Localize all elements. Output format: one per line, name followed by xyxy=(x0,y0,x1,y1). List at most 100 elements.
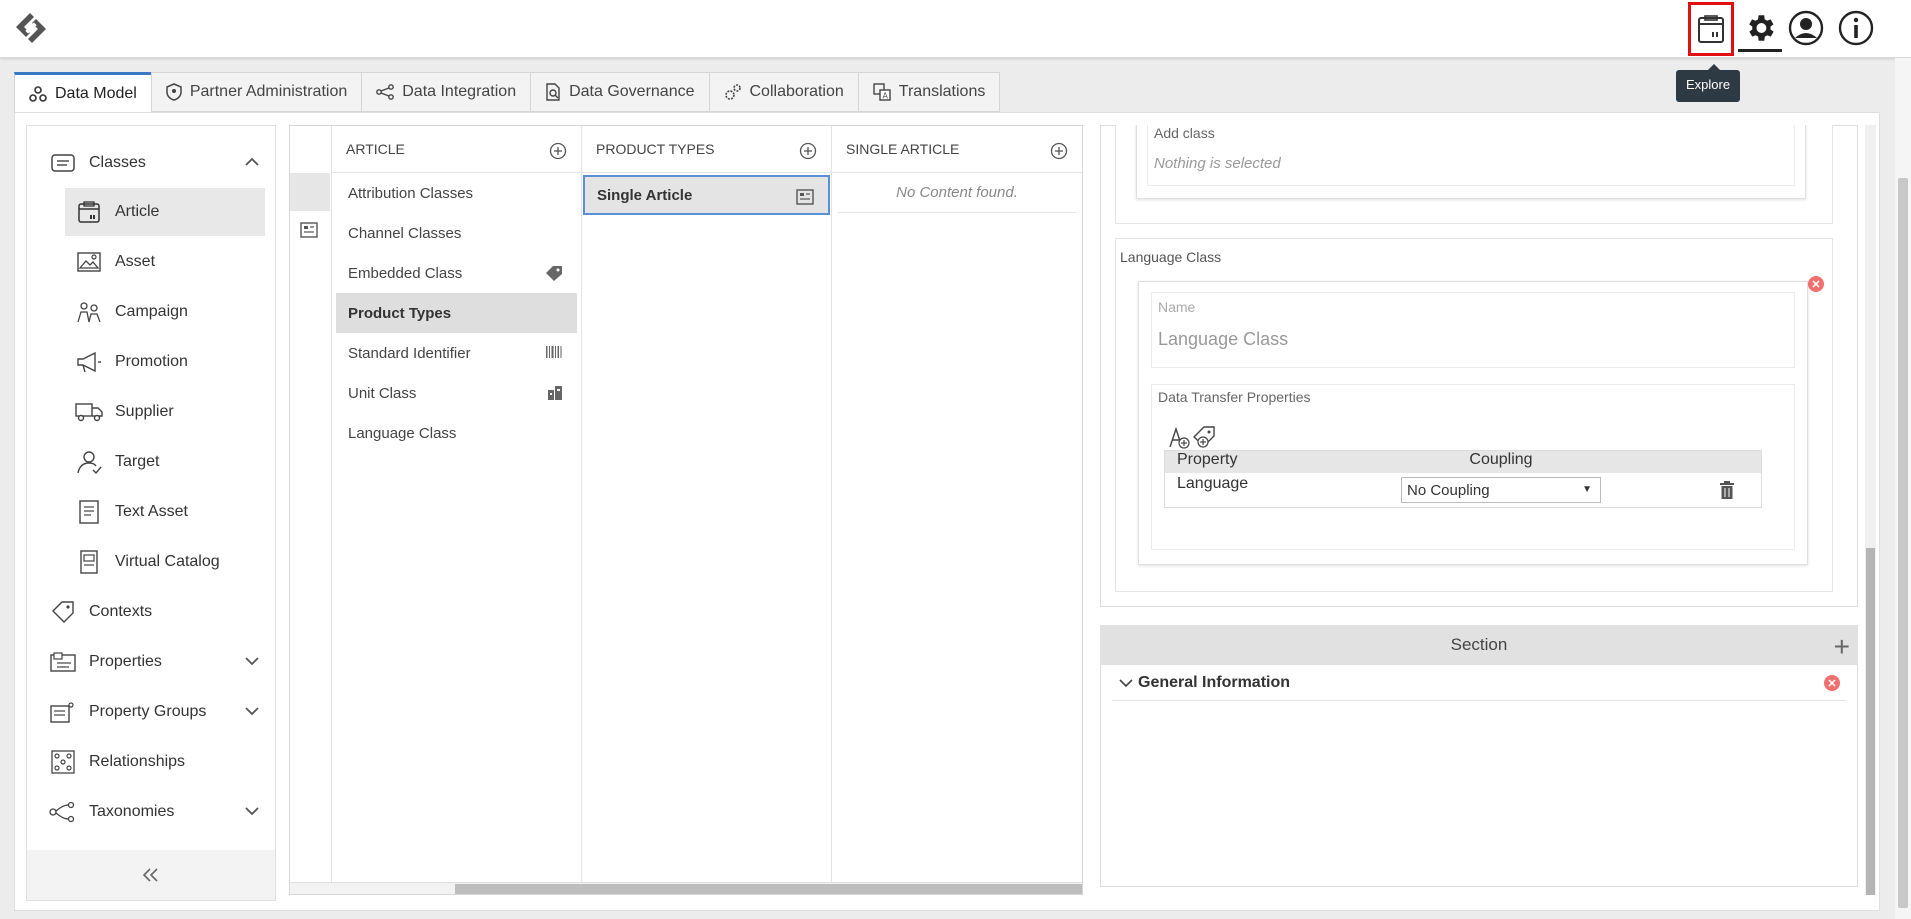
target-user-icon xyxy=(75,449,103,475)
section-title: Section xyxy=(1450,635,1508,654)
form-icon[interactable] xyxy=(300,222,318,238)
sidebar-item-classes[interactable]: Classes xyxy=(27,139,275,187)
shield-icon xyxy=(166,83,182,101)
list-item-label: Unit Class xyxy=(348,384,417,402)
list-item[interactable]: Attribution Classes xyxy=(336,173,577,213)
chevron-up-icon[interactable] xyxy=(243,153,261,171)
horizontal-scrollbar[interactable] xyxy=(290,882,1082,894)
tab-label: Data Governance xyxy=(569,83,695,100)
sidebar-item-contexts[interactable]: Contexts xyxy=(27,588,275,636)
close-icon: ✕ xyxy=(1827,677,1837,690)
list-item[interactable]: Product Types xyxy=(336,293,577,333)
column-header-coupling: Coupling xyxy=(1469,451,1533,468)
trash-icon[interactable] xyxy=(1719,481,1735,499)
data-transfer-properties: Data Transfer Properties Property Coupli… xyxy=(1151,384,1795,550)
tab-translations[interactable]: A Translations xyxy=(857,72,1001,112)
sidebar-item-properties[interactable]: Properties xyxy=(27,638,275,686)
tab-data-governance[interactable]: Data Governance xyxy=(530,72,709,112)
column-header: PRODUCT TYPES xyxy=(582,126,831,173)
section-item-label: General Information xyxy=(1138,673,1291,691)
remove-language-class-button[interactable]: ✕ xyxy=(1808,276,1824,292)
main-tabs: Data Model Partner Administration Data I… xyxy=(14,72,1001,112)
svg-text:A: A xyxy=(882,92,888,101)
chevron-down-icon[interactable] xyxy=(243,652,261,670)
taxonomy-icon xyxy=(49,799,77,825)
name-field[interactable]: Name Language Class xyxy=(1151,292,1795,368)
add-class-label: Add class xyxy=(1154,125,1215,141)
strip-selection xyxy=(290,173,330,211)
table-header: Property Coupling xyxy=(1165,451,1761,473)
relationships-icon xyxy=(49,749,77,775)
settings-button[interactable] xyxy=(1738,6,1782,52)
app-logo-icon[interactable] xyxy=(8,10,54,46)
add-property-icon[interactable] xyxy=(1168,425,1190,449)
scrollbar-thumb[interactable] xyxy=(455,884,1082,894)
barcode-icon xyxy=(546,346,562,358)
list-item[interactable]: Single Article xyxy=(583,175,830,215)
sidebar-item-text-asset[interactable]: Text Asset xyxy=(27,488,275,536)
tab-partner-administration[interactable]: Partner Administration xyxy=(150,72,362,112)
section-header: Section + xyxy=(1100,625,1858,665)
coupling-select[interactable]: No Coupling ▼ xyxy=(1401,477,1601,503)
add-class-field[interactable]: Add class Nothing is selected xyxy=(1147,125,1795,186)
sidebar-item-label: Asset xyxy=(115,253,156,270)
page-scrollbar[interactable] xyxy=(1895,58,1911,919)
remove-section-button[interactable]: ✕ xyxy=(1824,675,1840,691)
explore-button[interactable] xyxy=(1688,2,1734,56)
info-button[interactable] xyxy=(1836,8,1876,48)
list-item[interactable]: Standard Identifier xyxy=(336,333,577,373)
add-circle-icon[interactable] xyxy=(1050,142,1068,160)
properties-icon xyxy=(49,649,77,675)
sidebar-item-article[interactable]: Article xyxy=(65,188,265,236)
sidebar-item-campaign[interactable]: Campaign xyxy=(27,288,275,336)
sidebar-item-property-groups[interactable]: Property Groups xyxy=(27,688,275,736)
add-class-card: Add class Nothing is selected xyxy=(1136,125,1806,199)
user-avatar-icon xyxy=(1788,10,1824,46)
sidebar-collapse-button[interactable] xyxy=(27,850,275,900)
list-item-label: Language Class xyxy=(348,424,457,442)
text-document-icon xyxy=(75,499,103,525)
class-browser: ARTICLE Attribution Classes Channel Clas… xyxy=(289,125,1083,895)
article-icon xyxy=(75,199,103,225)
sidebar-item-label: Text Asset xyxy=(115,503,188,520)
sidebar-item-taxonomies[interactable]: Taxonomies xyxy=(27,788,275,836)
tab-data-model[interactable]: Data Model xyxy=(14,72,151,112)
sidebar-item-supplier[interactable]: Supplier xyxy=(27,388,275,436)
gears-icon xyxy=(724,84,741,100)
scrollbar-thumb[interactable] xyxy=(1898,178,1908,908)
chevron-down-icon[interactable] xyxy=(243,702,261,720)
tab-data-integration[interactable]: Data Integration xyxy=(361,72,531,112)
data-transfer-table: Property Coupling Language No Coupling ▼ xyxy=(1164,450,1762,508)
list-item[interactable]: Language Class xyxy=(336,413,577,453)
add-circle-icon[interactable] xyxy=(799,142,817,160)
chevron-down-icon[interactable] xyxy=(1118,675,1134,691)
add-circle-icon[interactable] xyxy=(549,142,567,160)
add-tag-icon[interactable] xyxy=(1192,425,1218,449)
add-class-section: Add class Nothing is selected xyxy=(1115,125,1833,224)
column-single-article: SINGLE ARTICLE No Content found. xyxy=(832,126,1082,883)
sidebar-item-label: Virtual Catalog xyxy=(115,553,220,570)
column-product-types: PRODUCT TYPES Single Article xyxy=(582,126,832,883)
sidebar-item-label: Supplier xyxy=(115,403,174,420)
sidebar-item-relationships[interactable]: Relationships xyxy=(27,738,275,786)
sidebar-item-virtual-catalog[interactable]: Virtual Catalog xyxy=(27,538,275,586)
section-item-general-information[interactable]: General Information ✕ xyxy=(1112,665,1846,701)
sidebar: Classes Article Asset Campaign Promotion… xyxy=(26,125,276,901)
classes-icon xyxy=(49,150,77,176)
detail-scrollbar[interactable] xyxy=(1865,125,1876,895)
list-item[interactable]: Unit Class xyxy=(336,373,577,413)
list-item[interactable]: Channel Classes xyxy=(336,213,577,253)
sidebar-item-promotion[interactable]: Promotion xyxy=(27,338,275,386)
column-header-property: Property xyxy=(1177,451,1238,468)
sidebar-item-target[interactable]: Target xyxy=(27,438,275,486)
scrollbar-thumb[interactable] xyxy=(1866,548,1875,895)
list-item[interactable]: Embedded Class xyxy=(336,253,577,293)
sidebar-item-asset[interactable]: Asset xyxy=(27,238,275,286)
unit-icon xyxy=(548,386,562,400)
user-button[interactable] xyxy=(1786,8,1826,48)
megaphone-icon xyxy=(75,349,103,375)
info-icon xyxy=(1838,10,1874,46)
add-section-icon[interactable]: + xyxy=(1834,631,1850,663)
chevron-down-icon[interactable] xyxy=(243,802,261,820)
tab-collaboration[interactable]: Collaboration xyxy=(708,72,858,112)
